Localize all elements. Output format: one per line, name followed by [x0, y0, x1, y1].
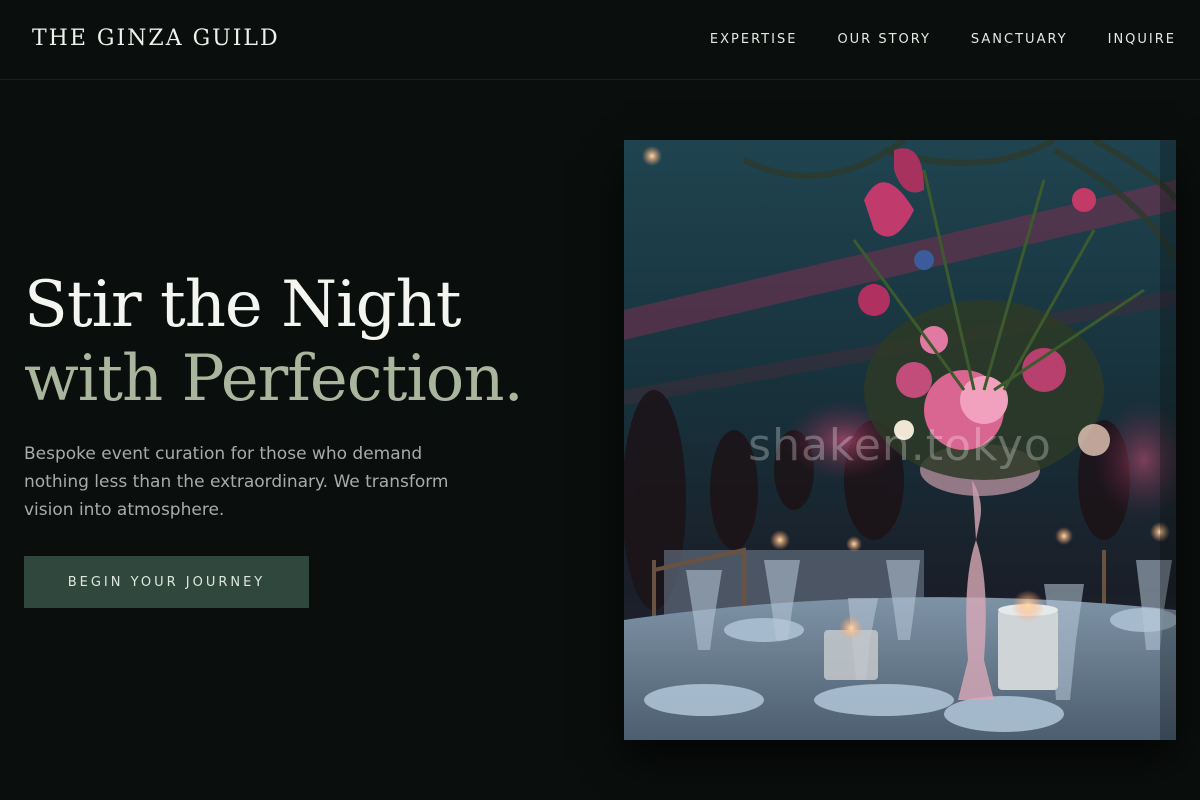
nav-link-our-story[interactable]: OUR STORY: [837, 32, 930, 47]
site-header: THE GINZA GUILD EXPERTISE OUR STORY SANC…: [0, 0, 1200, 80]
hero-title-line-1: Stir the Night: [24, 268, 461, 342]
nav-link-inquire[interactable]: INQUIRE: [1108, 32, 1176, 47]
nav-link-sanctuary[interactable]: SANCTUARY: [971, 32, 1068, 47]
hero-description: Bespoke event curation for those who dem…: [24, 444, 449, 520]
hero-headline: Stir the Night with Perfection.: [24, 268, 524, 416]
hero-title-line-2: with Perfection.: [24, 342, 524, 416]
begin-journey-button[interactable]: BEGIN YOUR JOURNEY: [24, 556, 309, 608]
nav-link-expertise[interactable]: EXPERTISE: [710, 32, 798, 47]
main-nav: EXPERTISE OUR STORY SANCTUARY INQUIRE: [710, 32, 1176, 47]
image-watermark: shaken.tokyo: [748, 420, 1052, 471]
brand-logo[interactable]: THE GINZA GUILD: [32, 26, 280, 51]
hero-image: shaken.tokyo: [624, 140, 1176, 740]
